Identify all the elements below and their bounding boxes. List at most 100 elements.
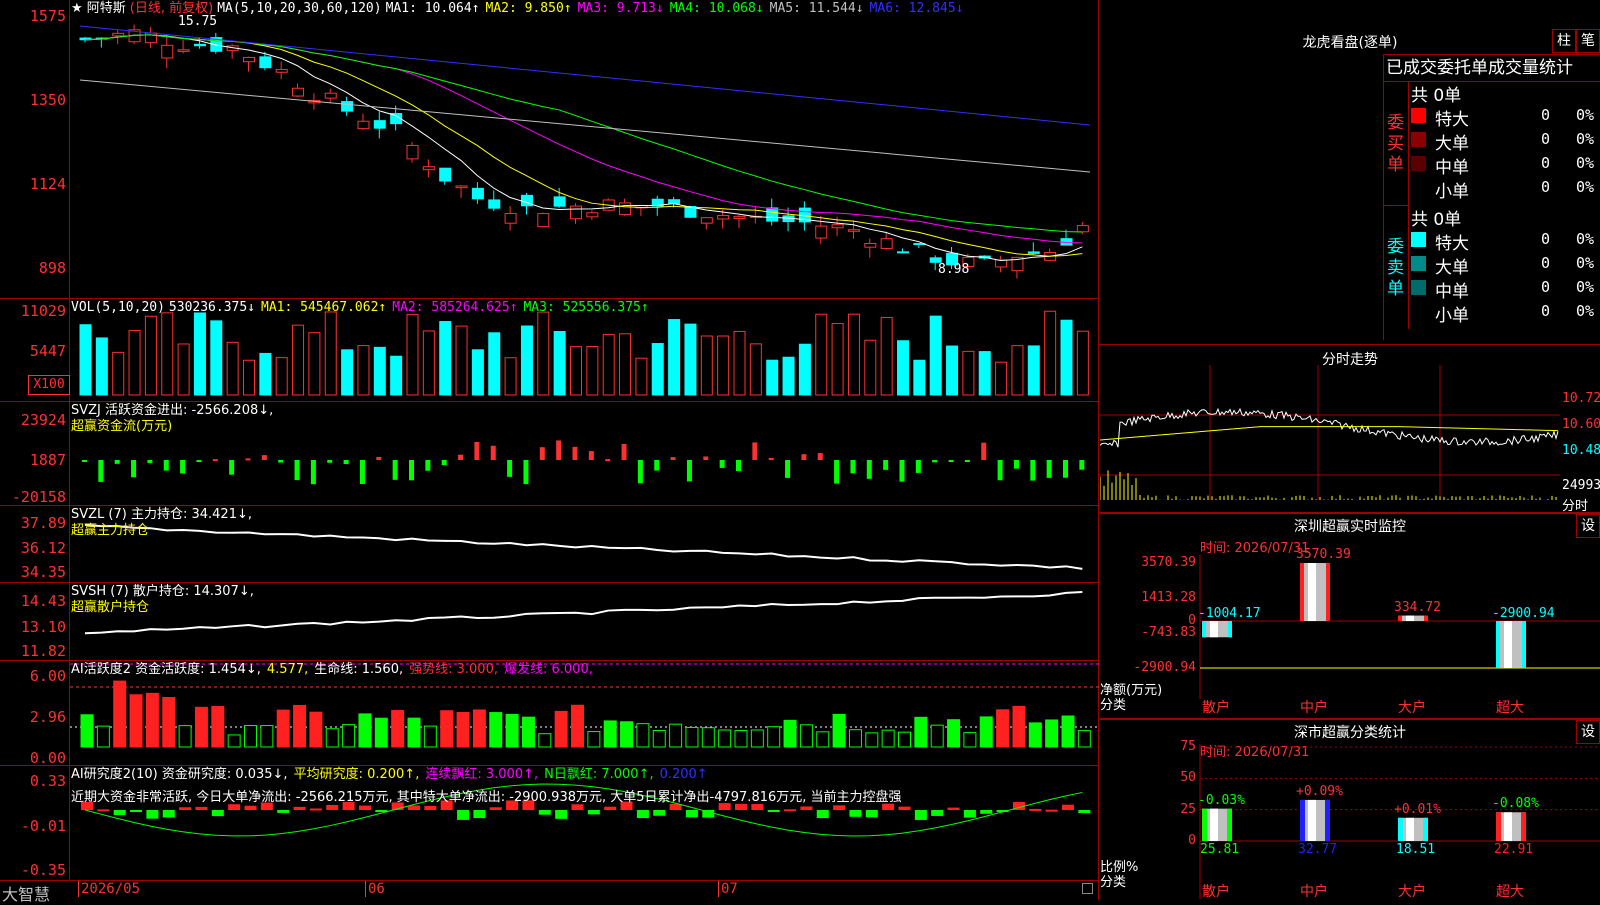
flow-bar[interactable] xyxy=(621,443,627,460)
research-bar[interactable] xyxy=(1062,804,1074,810)
volume-bar[interactable] xyxy=(308,332,321,396)
flow-bar[interactable] xyxy=(196,460,202,462)
flow-bar[interactable] xyxy=(409,460,414,481)
monitor-bar[interactable] xyxy=(1398,615,1428,621)
research-bar[interactable] xyxy=(587,810,600,815)
candle[interactable] xyxy=(733,215,746,229)
volume-panel[interactable]: 11029 5447 X100 VOL(5,10,20) 530236.375↓ M… xyxy=(0,299,1099,402)
volume-bar[interactable] xyxy=(700,335,713,396)
volume-bar[interactable] xyxy=(488,332,501,396)
flow-bar[interactable] xyxy=(637,460,643,484)
flow-bar[interactable] xyxy=(556,440,562,460)
flow-bar[interactable] xyxy=(474,441,480,460)
research-bar[interactable] xyxy=(113,810,126,816)
flow-bar[interactable] xyxy=(997,460,1003,481)
candle[interactable] xyxy=(1044,248,1057,261)
kline-chart[interactable] xyxy=(0,0,1099,298)
active-bar[interactable] xyxy=(227,734,241,748)
flow-bar[interactable] xyxy=(1046,460,1052,478)
research-bar[interactable] xyxy=(457,810,470,820)
bar-mode-button[interactable]: 柱 xyxy=(1552,29,1576,53)
research-bar[interactable] xyxy=(980,810,993,814)
flow-bar[interactable] xyxy=(964,460,970,462)
candle[interactable] xyxy=(144,27,157,48)
active-bar[interactable] xyxy=(538,733,552,748)
flow-bar[interactable] xyxy=(294,460,300,481)
active-bar[interactable] xyxy=(979,716,993,748)
volume-bar[interactable] xyxy=(439,321,452,396)
active-bar[interactable] xyxy=(80,714,94,748)
candle[interactable] xyxy=(243,56,255,72)
volume-bar[interactable] xyxy=(946,345,959,396)
research-bar[interactable] xyxy=(833,805,846,810)
active-bar[interactable] xyxy=(391,710,405,748)
candle[interactable] xyxy=(570,203,582,224)
research-bar[interactable] xyxy=(947,807,960,810)
flow-bar[interactable] xyxy=(98,460,104,482)
volume-bar[interactable] xyxy=(717,335,730,396)
volume-bar[interactable] xyxy=(798,343,811,396)
tick-mode-button[interactable]: 笔 xyxy=(1576,29,1600,53)
research-bar[interactable] xyxy=(228,804,241,810)
active-bar[interactable] xyxy=(963,732,977,748)
candle[interactable] xyxy=(537,212,550,228)
research-bar[interactable] xyxy=(865,810,878,818)
candle[interactable] xyxy=(897,248,909,254)
volume-unit-badge[interactable]: X100 xyxy=(28,375,70,395)
volume-bar[interactable] xyxy=(962,350,975,396)
active-bar[interactable] xyxy=(554,710,568,748)
volume-bar[interactable] xyxy=(95,337,108,396)
active-bar[interactable] xyxy=(1045,719,1059,748)
volume-bar[interactable] xyxy=(929,315,942,396)
active-bar[interactable] xyxy=(898,731,911,748)
active-bar[interactable] xyxy=(669,723,683,748)
volume-bar[interactable] xyxy=(144,315,157,396)
volume-bar[interactable] xyxy=(1027,345,1040,396)
flow-bar[interactable] xyxy=(801,454,807,460)
volume-bar[interactable] xyxy=(766,359,779,396)
flow-bar[interactable] xyxy=(932,460,938,463)
flow-bar[interactable] xyxy=(817,453,823,460)
flow-bar[interactable] xyxy=(915,460,921,473)
flow-bar[interactable] xyxy=(850,460,856,474)
research-bar[interactable] xyxy=(898,806,911,810)
monitor-bar[interactable] xyxy=(1496,621,1526,668)
volume-bar[interactable] xyxy=(1060,319,1073,396)
active-bar[interactable] xyxy=(162,697,176,748)
volume-bar[interactable] xyxy=(995,361,1008,396)
flow-bar[interactable] xyxy=(834,460,840,484)
volume-bar[interactable] xyxy=(831,323,844,396)
candle[interactable] xyxy=(847,220,860,239)
research-bar[interactable] xyxy=(358,805,371,810)
volume-bar[interactable] xyxy=(373,346,386,396)
candle[interactable] xyxy=(177,39,190,54)
active-bar[interactable] xyxy=(930,724,944,748)
flow-bar[interactable] xyxy=(180,460,186,474)
flow-bar[interactable] xyxy=(654,460,660,471)
flow-bar[interactable] xyxy=(588,451,594,460)
candle[interactable] xyxy=(749,206,762,224)
volume-bar[interactable] xyxy=(570,346,582,396)
candle[interactable] xyxy=(341,96,354,116)
active-bar[interactable] xyxy=(848,729,862,748)
research-bar[interactable] xyxy=(963,810,976,818)
flow-bar[interactable] xyxy=(686,460,692,482)
candle[interactable] xyxy=(373,111,386,139)
volume-bar[interactable] xyxy=(635,357,648,396)
research-bar[interactable] xyxy=(1045,809,1058,812)
candle[interactable] xyxy=(700,217,713,230)
flow-bar[interactable] xyxy=(441,460,447,466)
flow-bar[interactable] xyxy=(212,459,218,462)
research-bar[interactable] xyxy=(244,805,257,810)
research-bar[interactable] xyxy=(489,807,502,810)
candle[interactable] xyxy=(128,24,141,45)
volume-bar[interactable] xyxy=(128,329,141,396)
flow-bar[interactable] xyxy=(523,460,529,485)
flow-bar[interactable] xyxy=(359,460,365,485)
flow-bar[interactable] xyxy=(866,460,872,479)
candle[interactable] xyxy=(226,44,239,59)
active-bar[interactable] xyxy=(423,725,437,748)
volume-bar[interactable] xyxy=(292,324,305,396)
flow-bar[interactable] xyxy=(1079,460,1085,470)
flow-bar[interactable] xyxy=(1013,460,1019,469)
